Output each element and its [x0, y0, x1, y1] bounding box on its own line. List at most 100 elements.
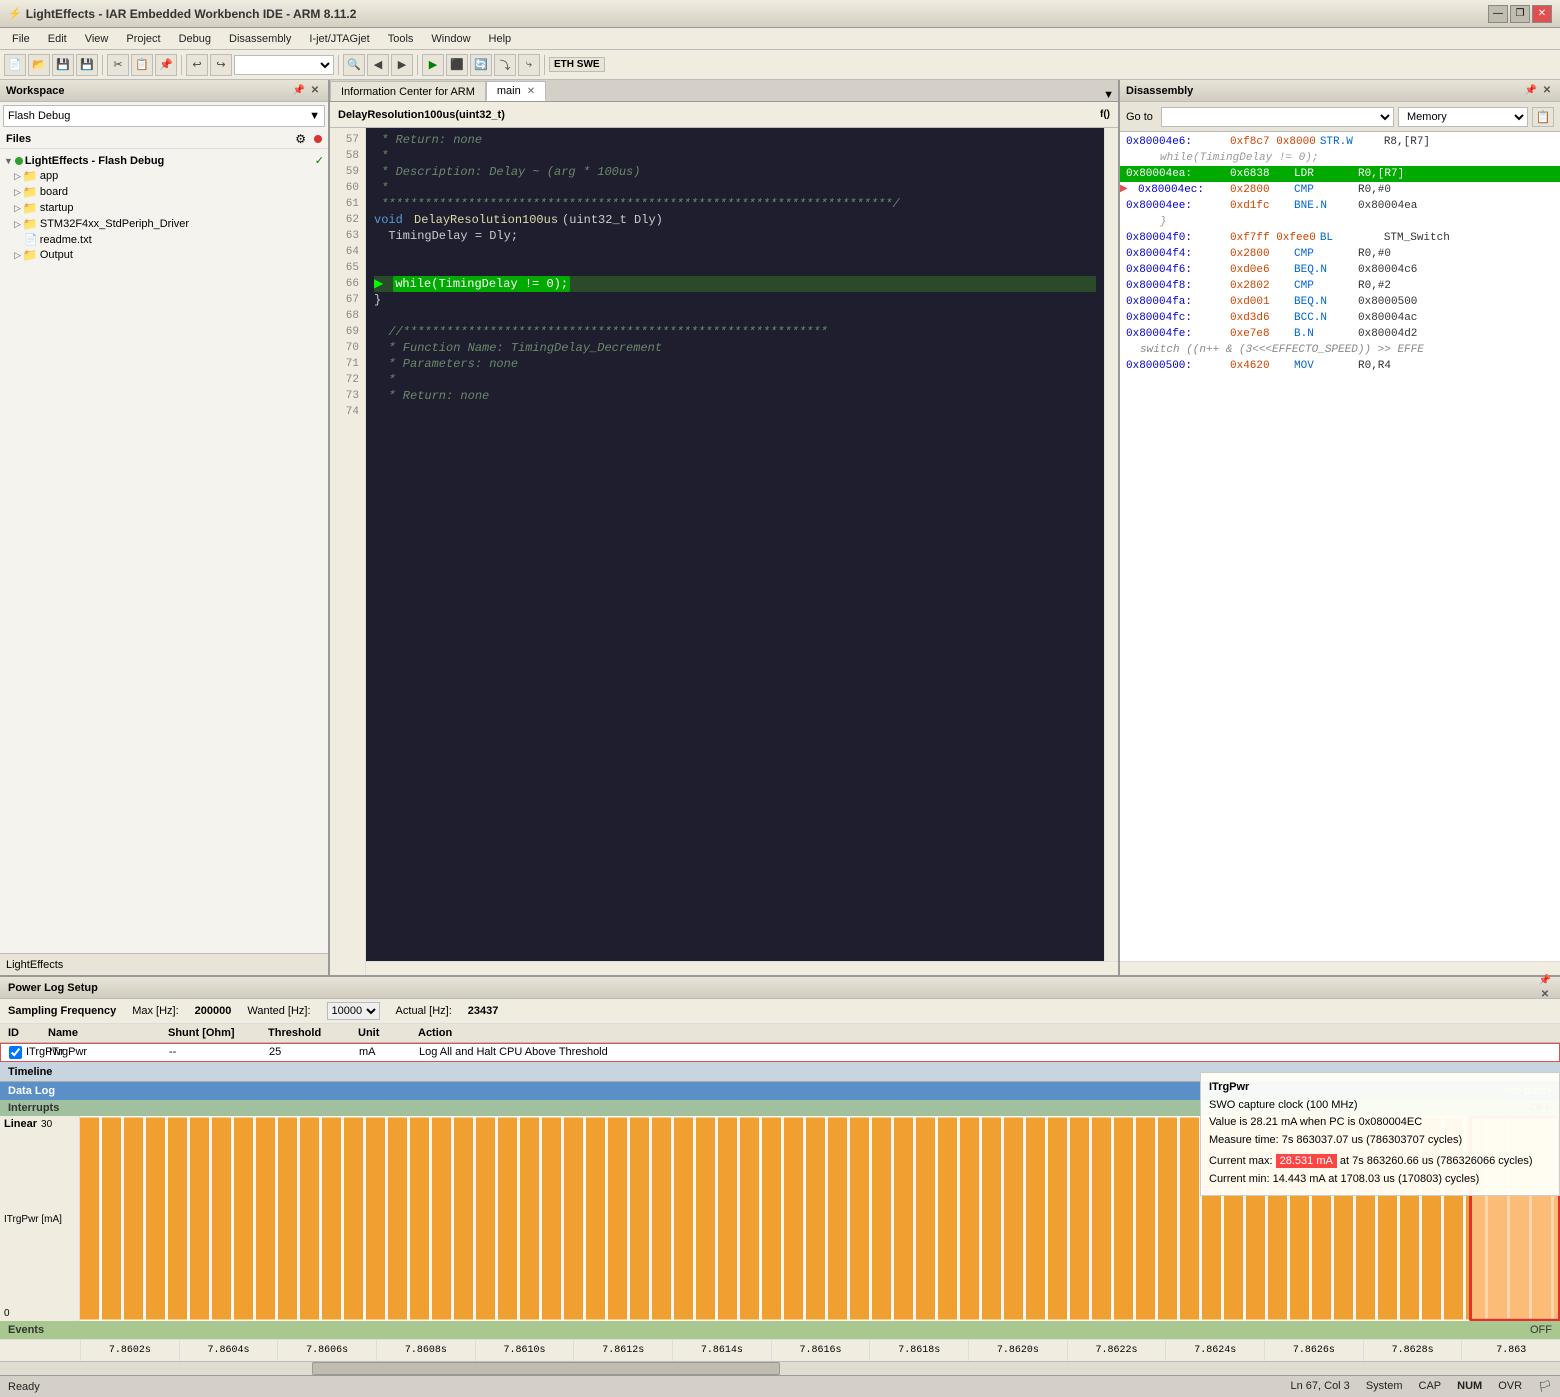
linear-max-value: 30 — [41, 1119, 52, 1130]
disasm-row-2: ▶ 0x80004ec: 0x2800 CMP R0,#0 — [1120, 182, 1560, 198]
cut-button[interactable]: ✂ — [107, 54, 129, 76]
tab-dropdown[interactable]: ▼ — [1099, 89, 1118, 101]
hscroll-left-spacer — [330, 961, 366, 975]
menu-item-disassembly[interactable]: Disassembly — [221, 31, 299, 47]
close-ws-icon[interactable]: ✕ — [308, 84, 322, 98]
prev-button[interactable]: ◀ — [367, 54, 389, 76]
tooltip-line3: Measure time: 7s 863037.07 us (786303707… — [1209, 1132, 1551, 1150]
menu-item-i-jet/jtagjet[interactable]: I-jet/JTAGjet — [301, 31, 377, 47]
close-disasm-icon[interactable]: ✕ — [1540, 84, 1554, 98]
menu-item-debug[interactable]: Debug — [171, 31, 219, 47]
code-editor-panel: Information Center for ARM main ✕ ▼ Dela… — [330, 80, 1120, 975]
powerlog-table-header: ID Name Shunt [Ohm] Threshold Unit Actio… — [0, 1024, 1560, 1043]
tab-close-icon[interactable]: ✕ — [527, 86, 535, 97]
menubar: FileEditViewProjectDebugDisassemblyI-jet… — [0, 28, 1560, 50]
app-title: LightEffects - IAR Embedded Workbench ID… — [26, 7, 1488, 21]
orange-arrow: ▶ — [1120, 182, 1128, 198]
goto-combo[interactable] — [1161, 107, 1394, 127]
wanted-combo[interactable]: 10000 — [327, 1002, 380, 1020]
close-button[interactable]: ✕ — [1532, 5, 1552, 23]
workspace-dropdown[interactable]: Flash Debug ▼ — [3, 105, 325, 127]
events-label: Events — [8, 1324, 44, 1336]
find-button[interactable]: 🔍 — [343, 54, 365, 76]
menu-item-file[interactable]: File — [4, 31, 38, 47]
file-tree: ▼ LightEffects - Flash Debug ✓ ▷ 📁 app ▷… — [0, 149, 328, 953]
sep1 — [102, 55, 103, 75]
ln62: 62 — [330, 212, 365, 228]
tree-item-readme[interactable]: 📄 readme.txt — [0, 232, 328, 247]
minimize-button[interactable]: — — [1488, 5, 1508, 23]
pin-disasm-icon[interactable]: 📌 — [1524, 84, 1538, 98]
code-vscroll[interactable] — [1104, 128, 1118, 961]
code-line-62: void DelayResolution100us(uint32_t Dly) — [374, 212, 1096, 228]
new-button[interactable]: 📄 — [4, 54, 26, 76]
tree-item-periph[interactable]: ▷ 📁 STM32F4xx_StdPeriph_Driver — [0, 216, 328, 232]
sep4 — [417, 55, 418, 75]
expand-startup: ▷ — [14, 203, 21, 214]
row-shunt: -- — [169, 1046, 269, 1058]
col-name-header: Name — [48, 1027, 168, 1039]
pin-icon[interactable]: 📌 — [292, 84, 306, 98]
config-combo[interactable] — [234, 55, 334, 75]
folder-icon-startup: 📁 — [23, 201, 38, 215]
next-button[interactable]: ▶ — [391, 54, 413, 76]
disasm-hscroll[interactable] — [1120, 961, 1560, 975]
sampling-label: Sampling Frequency — [8, 1005, 116, 1017]
tree-item-startup[interactable]: ▷ 📁 startup — [0, 200, 328, 216]
fold-icon[interactable]: f() — [1100, 109, 1110, 120]
tick-0: 7.8602s — [80, 1340, 179, 1361]
settings-icon[interactable]: ⚙ — [295, 132, 306, 146]
hscroll-thumb[interactable] — [312, 1362, 780, 1375]
tree-label-output: Output — [40, 249, 73, 261]
step-over-button[interactable]: ⤷ — [518, 54, 540, 76]
paste-button[interactable]: 📌 — [155, 54, 177, 76]
menu-item-tools[interactable]: Tools — [380, 31, 422, 47]
tree-item-board[interactable]: ▷ 📁 board — [0, 184, 328, 200]
memory-combo[interactable]: Memory — [1398, 107, 1528, 127]
tree-label-board: board — [40, 186, 68, 198]
code-hscroll-area — [330, 961, 1118, 975]
tab-info-center[interactable]: Information Center for ARM — [330, 81, 486, 101]
tree-item-app[interactable]: ▷ 📁 app — [0, 168, 328, 184]
tree-root[interactable]: ▼ LightEffects - Flash Debug ✓ — [0, 153, 328, 168]
bottom-hscroll[interactable] — [0, 1361, 1560, 1375]
tick-5: 7.8612s — [573, 1340, 672, 1361]
menu-item-window[interactable]: Window — [423, 31, 478, 47]
undo-button[interactable]: ↩ — [186, 54, 208, 76]
menu-item-edit[interactable]: Edit — [40, 31, 75, 47]
save-all-button[interactable]: 💾 — [76, 54, 98, 76]
restore-button[interactable]: ❐ — [1510, 5, 1530, 23]
stop-button[interactable]: ⬛ — [446, 54, 468, 76]
tooltip-line1: SWO capture clock (100 MHz) — [1209, 1097, 1551, 1115]
code-content[interactable]: * Return: none * * Description: Delay ~ … — [366, 128, 1104, 961]
menu-item-project[interactable]: Project — [118, 31, 168, 47]
save-button[interactable]: 💾 — [52, 54, 74, 76]
reset-button[interactable]: 🔄 — [470, 54, 492, 76]
tick-10: 7.8622s — [1067, 1340, 1166, 1361]
debug-button[interactable]: ▶ — [422, 54, 444, 76]
workspace-header: Workspace 📌 ✕ — [0, 80, 328, 102]
menu-item-help[interactable]: Help — [481, 31, 520, 47]
tab-main-label: main — [497, 85, 521, 97]
disasm-copy-btn[interactable]: 📋 — [1532, 107, 1554, 127]
disasm-row-0: 0x80004e6: 0xf8c7 0x8000 STR.W R8,[R7] — [1120, 134, 1560, 150]
menu-item-view[interactable]: View — [77, 31, 117, 47]
open-button[interactable]: 📂 — [28, 54, 50, 76]
folder-icon-output: 📁 — [23, 248, 38, 262]
max-value: 200000 — [195, 1005, 232, 1017]
linear-label: Linear — [4, 1118, 37, 1130]
tab-main[interactable]: main ✕ — [486, 81, 546, 101]
eth-badge: ETH SWE — [549, 57, 605, 72]
tick-12: 7.8626s — [1264, 1340, 1363, 1361]
step-button[interactable]: ⤵ — [494, 54, 516, 76]
pin-powerlog-icon[interactable]: 📌 — [1538, 974, 1552, 988]
row-checkbox[interactable] — [9, 1046, 22, 1059]
copy-button[interactable]: 📋 — [131, 54, 153, 76]
tree-item-output[interactable]: ▷ 📁 Output — [0, 247, 328, 263]
col-shunt-header: Shunt [Ohm] — [168, 1027, 268, 1039]
tooltip-current-min: Current min: 14.443 mA at 1708.03 us (17… — [1209, 1171, 1551, 1189]
tab-info-label: Information Center for ARM — [341, 86, 475, 98]
col-unit-header: Unit — [358, 1027, 418, 1039]
code-hscroll[interactable] — [366, 961, 1118, 975]
redo-button[interactable]: ↪ — [210, 54, 232, 76]
